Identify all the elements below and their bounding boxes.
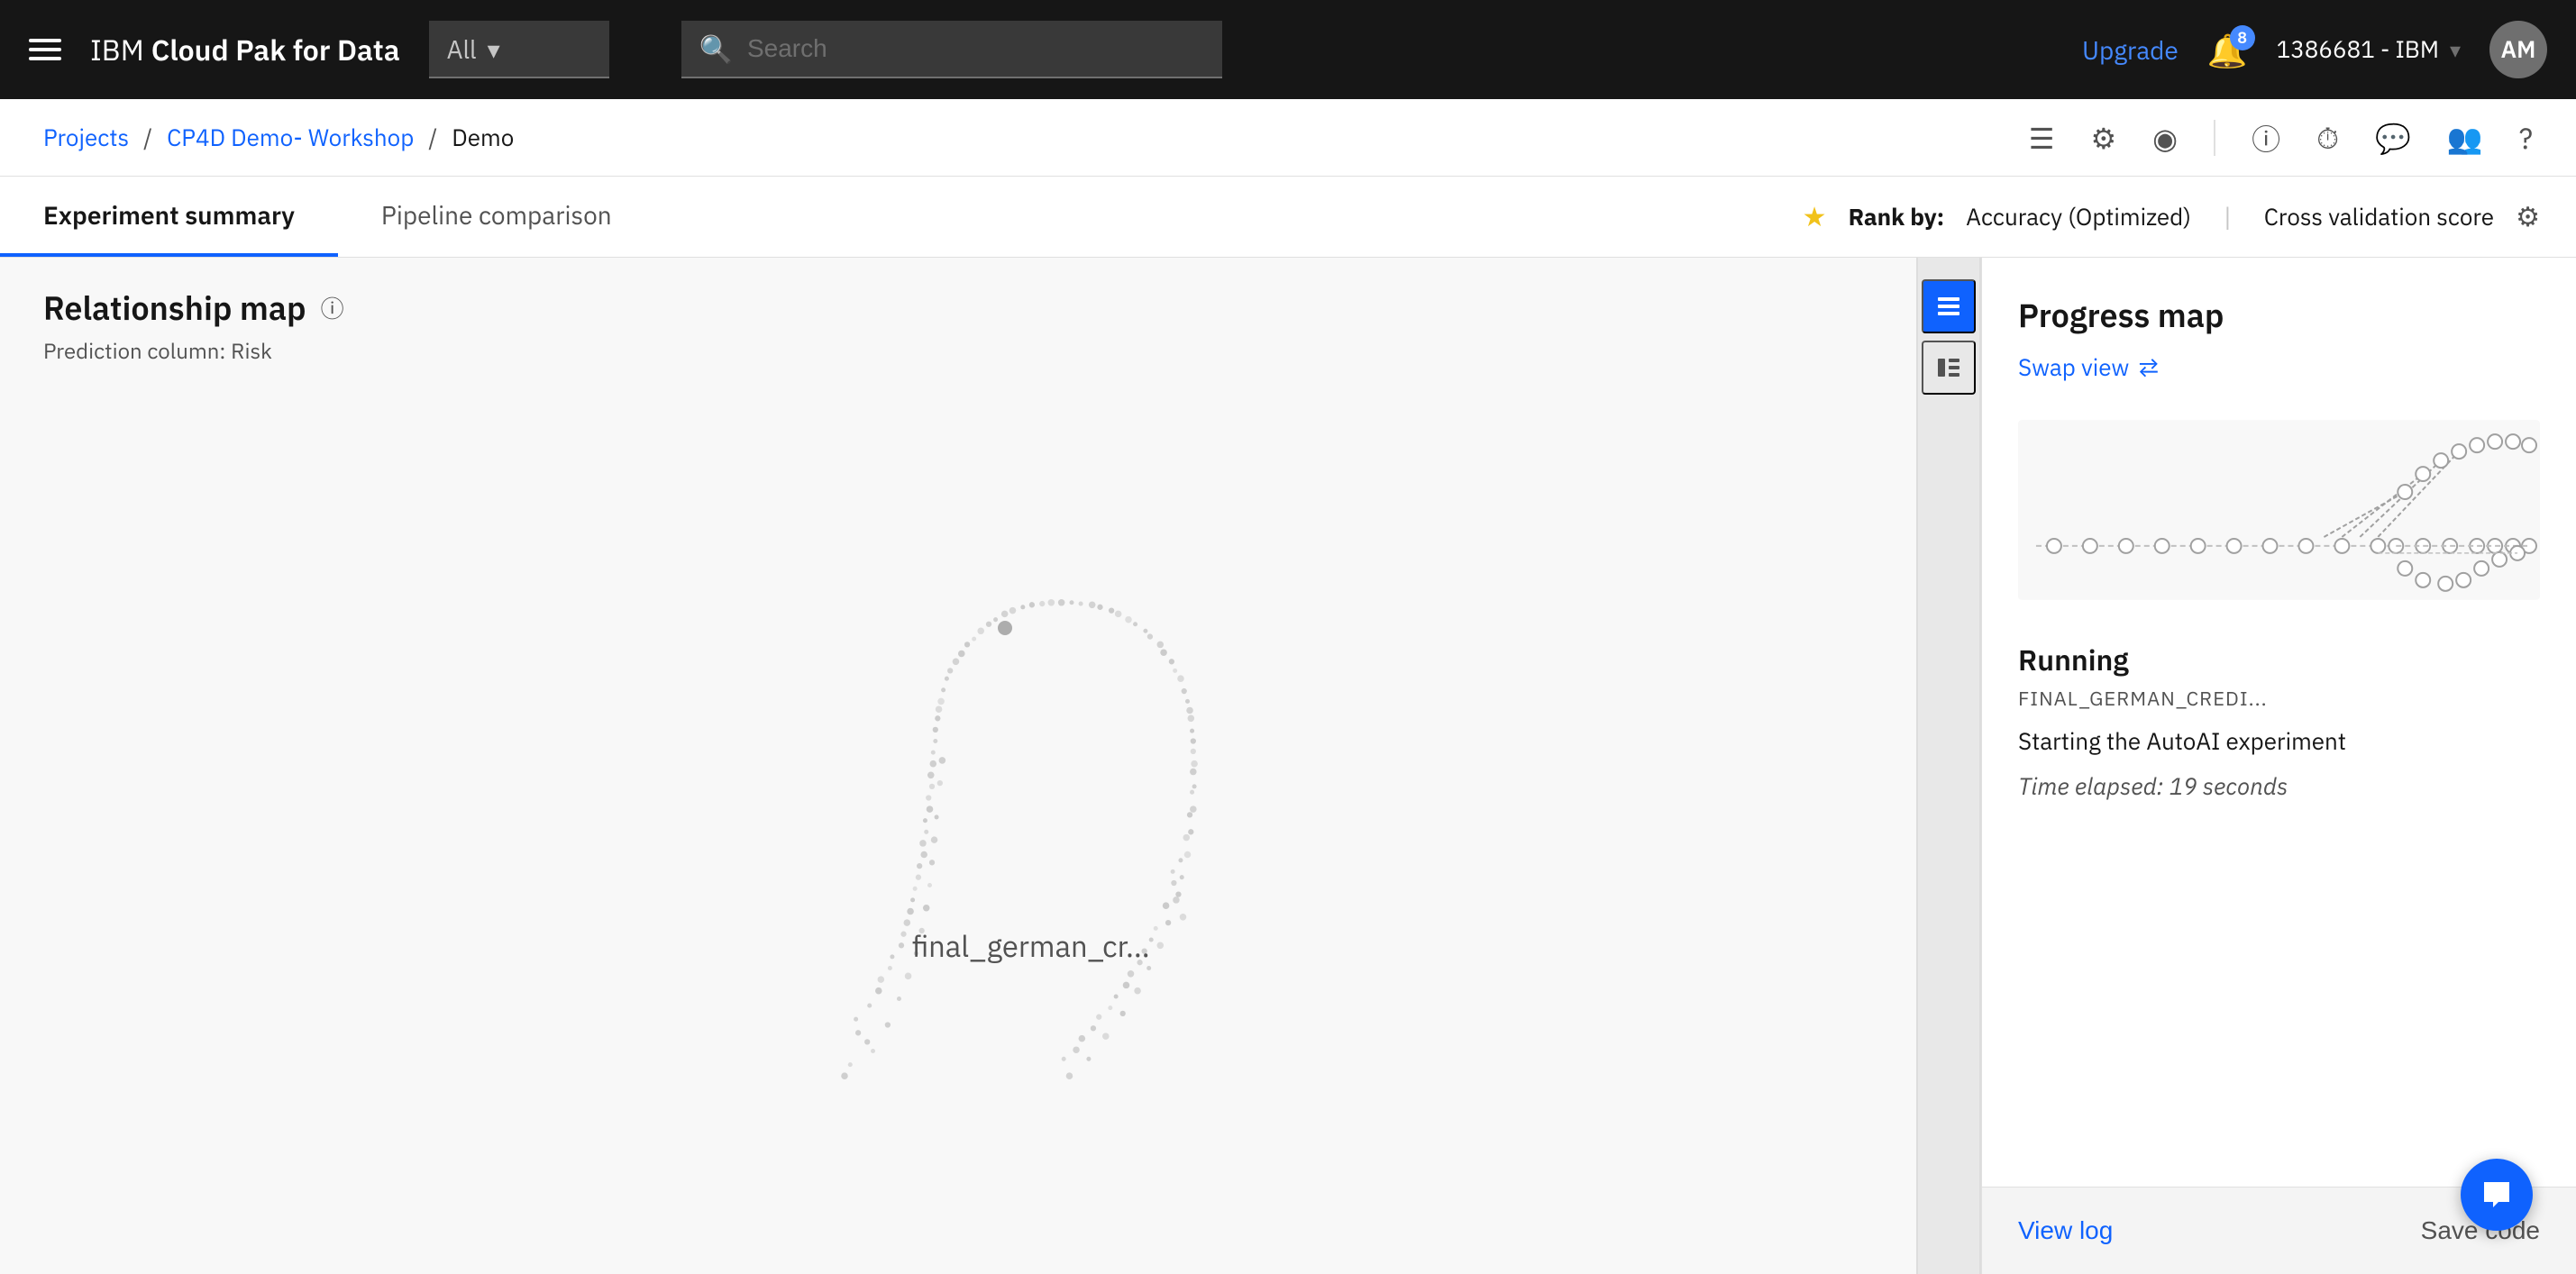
brand-logo: IBM Cloud Pak for Data	[90, 31, 400, 68]
tabs-right: ★ Rank by: Accuracy (Optimized) | Cross …	[1803, 177, 2576, 257]
chat-fab-button[interactable]	[2461, 1159, 2533, 1231]
vis-center-label: final_german_cr...	[912, 927, 1150, 966]
account-label: 1386681 - IBM	[2277, 34, 2439, 65]
tab-pipeline-comparison[interactable]: Pipeline comparison	[338, 177, 655, 257]
search-icon: 🔍	[699, 32, 733, 67]
relationship-map-visualization: final_german_cr...	[0, 372, 1916, 1274]
history-icon[interactable]: ⏱	[2316, 119, 2339, 157]
swap-view-link[interactable]: Swap view ⇄	[2018, 350, 2540, 384]
running-section: Running FINAL_GERMAN_CREDI... Starting t…	[2018, 641, 2540, 802]
running-file: FINAL_GERMAN_CREDI...	[2018, 686, 2540, 712]
account-selector[interactable]: 1386681 - IBM ▾	[2277, 34, 2461, 65]
breadcrumb-sep-2: /	[428, 123, 437, 153]
icon-separator	[2214, 120, 2215, 156]
chevron-down-icon: ▾	[488, 32, 500, 66]
center-area: Relationship map ⓘ Prediction column: Ri…	[0, 258, 1916, 1274]
rank-cv-label[interactable]: Cross validation score	[2264, 202, 2494, 232]
brand-product-name: Cloud Pak for Data	[151, 31, 400, 68]
breadcrumb-current: Demo	[452, 123, 514, 153]
notification-badge: 8	[2230, 25, 2255, 50]
right-panel: Progress map Swap view ⇄	[1981, 258, 2576, 1274]
swap-icon: ⇄	[2138, 350, 2159, 384]
notifications-button[interactable]: 🔔 8	[2207, 29, 2248, 71]
toggle-filter-view-button[interactable]	[1922, 341, 1976, 395]
progress-graph	[2018, 420, 2540, 600]
search-input[interactable]	[747, 34, 1204, 63]
user-avatar[interactable]: AM	[2489, 21, 2547, 78]
brand-ibm: IBM	[90, 31, 144, 68]
running-description: Starting the AutoAI experiment	[2018, 726, 2540, 757]
hamburger-menu[interactable]	[29, 39, 61, 60]
rank-separator: |	[2224, 200, 2232, 233]
users-icon[interactable]: 👥	[2447, 119, 2483, 157]
rank-by-label: Rank by:	[1849, 202, 1945, 232]
help-icon[interactable]: ?	[2519, 119, 2533, 157]
tab-experiment-summary[interactable]: Experiment summary	[0, 177, 338, 257]
info-icon[interactable]: ⓘ	[2252, 117, 2280, 159]
top-navigation: IBM Cloud Pak for Data All ▾ 🔍 Upgrade 🔔…	[0, 0, 2576, 99]
account-chevron-icon: ▾	[2450, 35, 2461, 64]
main-layout: Relationship map ⓘ Prediction column: Ri…	[0, 258, 2576, 1274]
side-toggle-panel	[1916, 258, 1981, 1274]
rank-star-icon: ★	[1803, 199, 1827, 234]
upgrade-link[interactable]: Upgrade	[2082, 33, 2179, 67]
relationship-map-title: Relationship map	[43, 287, 306, 329]
topnav-right: Upgrade 🔔 8 1386681 - IBM ▾ AM	[2082, 21, 2547, 78]
running-time: Time elapsed: 19 seconds	[2018, 771, 2540, 802]
right-panel-content: Progress map Swap view ⇄	[1982, 258, 2576, 1187]
scatter-svg: final_german_cr...	[0, 372, 1916, 1274]
filter-select[interactable]: All ▾	[429, 21, 609, 78]
filter-label: All	[447, 32, 477, 66]
breadcrumb-bar: Projects / CP4D Demo- Workshop / Demo ☰ …	[0, 99, 2576, 177]
chat-icon[interactable]: 💬	[2375, 119, 2411, 157]
target-icon[interactable]: ◉	[2152, 119, 2178, 157]
progress-map-title: Progress map	[2018, 294, 2540, 336]
rank-accuracy[interactable]: Accuracy (Optimized)	[1966, 202, 2191, 232]
calendar-icon[interactable]: ☰	[2029, 119, 2055, 157]
breadcrumb-toolbar: ☰ ⚙ ◉ ⓘ ⏱ 💬 👥 ?	[2029, 117, 2533, 159]
settings-icon[interactable]: ⚙	[2090, 119, 2116, 157]
view-log-button[interactable]: View log	[2018, 1216, 2113, 1245]
toggle-list-view-button[interactable]	[1922, 279, 1976, 333]
breadcrumb-sep-1: /	[143, 123, 152, 153]
tabs-bar: Experiment summary Pipeline comparison ★…	[0, 177, 2576, 258]
rank-settings-icon[interactable]: ⚙	[2516, 199, 2540, 234]
breadcrumb: Projects / CP4D Demo- Workshop / Demo	[43, 123, 2029, 153]
search-area[interactable]: 🔍	[681, 21, 1222, 78]
running-title: Running	[2018, 641, 2540, 678]
prediction-column: Prediction column: Risk	[43, 336, 1873, 365]
breadcrumb-workshop[interactable]: CP4D Demo- Workshop	[167, 123, 414, 153]
rel-map-header: Relationship map ⓘ Prediction column: Ri…	[0, 258, 1916, 372]
relationship-map-info-icon[interactable]: ⓘ	[321, 291, 344, 324]
breadcrumb-projects[interactable]: Projects	[43, 123, 129, 153]
